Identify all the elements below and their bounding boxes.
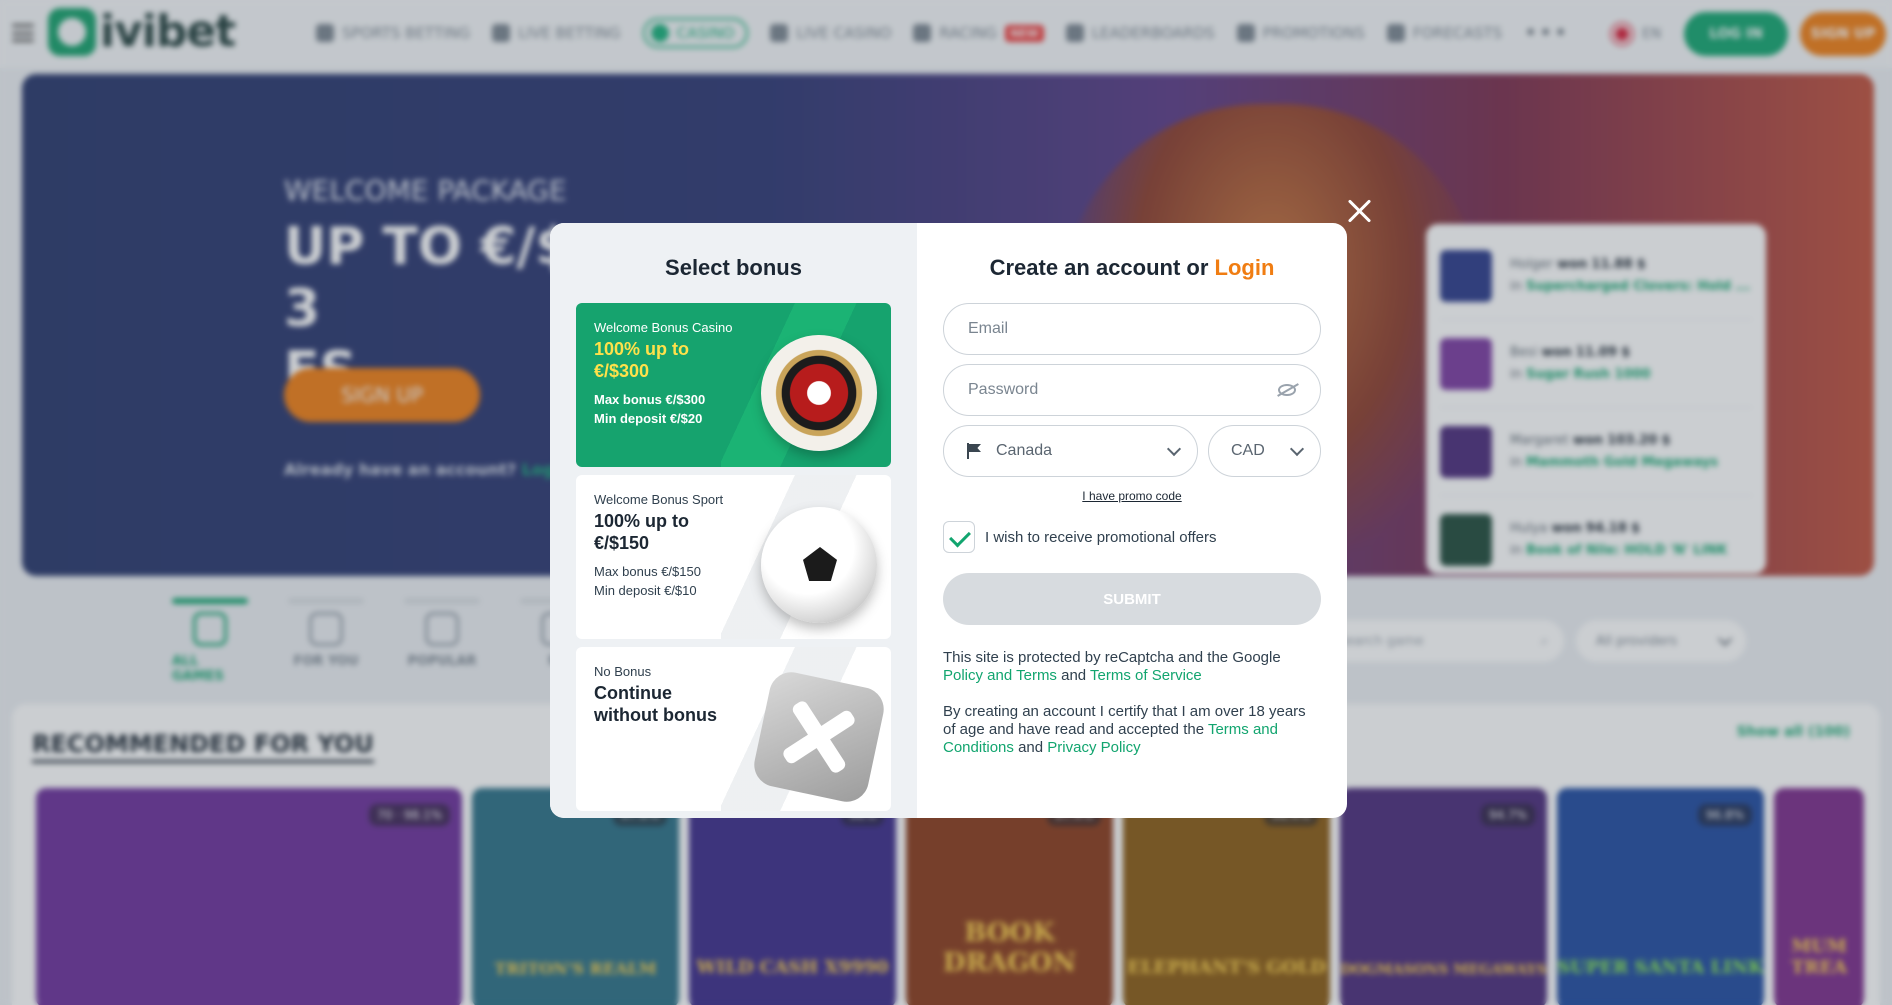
password-field[interactable]: Password (943, 364, 1321, 416)
bonus-kind: Welcome Bonus Casino (594, 320, 733, 335)
privacy-policy-link[interactable]: Privacy Policy (1047, 739, 1140, 756)
policy-terms-link[interactable]: Policy and Terms (943, 667, 1057, 684)
soccer-ball-icon (761, 507, 877, 623)
bonus-headline: 100% up to €/$150 (594, 511, 690, 553)
promo-opt-in-row: I wish to receive promotional offers (943, 521, 1321, 553)
email-placeholder: Email (968, 320, 1009, 337)
close-icon[interactable] (1346, 198, 1372, 224)
create-account-text: Create an account or (989, 255, 1209, 280)
country-currency-row: Canada CAD (943, 425, 1321, 477)
chevron-down-icon (1289, 441, 1305, 456)
terms-of-service-link[interactable]: Terms of Service (1090, 667, 1202, 684)
bonus-headline: Continue without bonus (594, 683, 717, 725)
currency-value: CAD (1231, 442, 1265, 459)
bonus-kind: No Bonus (594, 664, 652, 679)
country-select[interactable]: Canada (943, 425, 1198, 477)
submit-button[interactable]: SUBMIT (943, 573, 1321, 625)
recaptcha-text: This site is protected by reCaptcha and … (943, 649, 1281, 666)
promo-code-link[interactable]: I have promo code (943, 489, 1321, 503)
and-text: and (1061, 667, 1087, 684)
account-form-pane: Create an account or Login Email Passwor… (917, 223, 1347, 818)
country-value: Canada (996, 442, 1053, 459)
chevron-down-icon (1166, 441, 1182, 456)
registration-modal: Select bonus Welcome Bonus Casino 100% u… (550, 223, 1347, 818)
age-notice: By creating an account I certify that I … (943, 703, 1321, 757)
promo-opt-in-checkbox[interactable] (943, 521, 975, 553)
bonus-option-none[interactable]: No Bonus Continue without bonus (576, 647, 891, 811)
eye-off-icon[interactable] (1278, 384, 1296, 396)
select-bonus-title: Select bonus (665, 255, 802, 280)
email-field[interactable]: Email (943, 303, 1321, 355)
bonus-option-casino[interactable]: Welcome Bonus Casino 100% up to €/$300 M… (576, 303, 891, 467)
promo-opt-in-label: I wish to receive promotional offers (985, 528, 1217, 546)
modal-login-link[interactable]: Login (1215, 255, 1275, 280)
flag-icon (966, 443, 982, 459)
country-value-wrap: Canada (966, 442, 1052, 460)
bonus-selection-pane: Select bonus Welcome Bonus Casino 100% u… (550, 223, 917, 818)
recaptcha-notice: This site is protected by reCaptcha and … (943, 649, 1321, 685)
bonus-option-sport[interactable]: Welcome Bonus Sport 100% up to €/$150 Ma… (576, 475, 891, 639)
password-placeholder: Password (968, 381, 1039, 398)
currency-select[interactable]: CAD (1208, 425, 1321, 477)
create-account-title: Create an account or Login (943, 255, 1321, 281)
and-text: and (1018, 739, 1044, 756)
x-icon (750, 668, 888, 806)
